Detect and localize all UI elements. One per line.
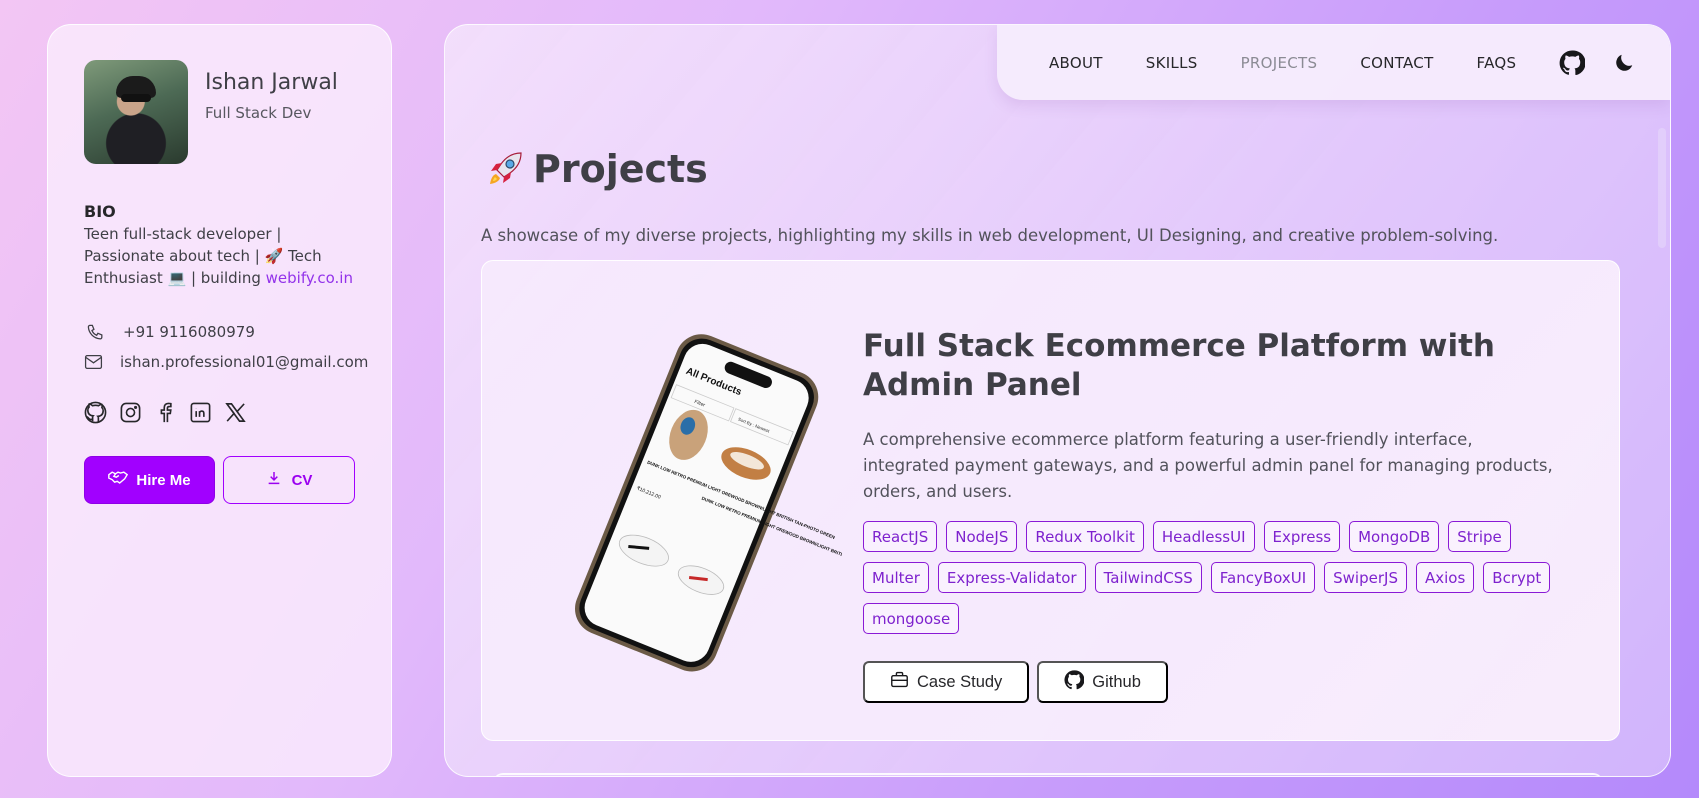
profile-header: Ishan Jarwal Full Stack Dev <box>84 60 355 164</box>
nav-projects[interactable]: PROJECTS <box>1241 54 1318 72</box>
tag-express-validator: Express-Validator <box>937 562 1086 593</box>
mail-icon <box>84 353 103 371</box>
tag-mongodb: MongoDB <box>1349 521 1440 552</box>
github-icon[interactable] <box>84 401 107 424</box>
tag-axios: Axios <box>1415 562 1475 593</box>
tag-swiperjs: SwiperJS <box>1324 562 1407 593</box>
page-subtitle: A showcase of my diverse projects, highl… <box>481 226 1499 245</box>
tag-nodejs: NodeJS <box>946 521 1018 552</box>
project-title: Full Stack Ecommerce Platform with Admin… <box>863 328 1495 403</box>
profile-name: Ishan Jarwal <box>205 70 338 95</box>
bio-line-3: Enthusiast 💻 | building <box>84 269 266 287</box>
download-cv-button[interactable]: CV <box>223 456 355 504</box>
bio-website-link[interactable]: webify.co.in <box>266 269 353 287</box>
facebook-icon[interactable] <box>154 401 177 424</box>
project-actions: Case Study Github <box>863 661 1168 703</box>
tag-tailwindcss: TailwindCSS <box>1094 562 1202 593</box>
tag-express: Express <box>1263 521 1341 552</box>
scrollbar-thumb[interactable] <box>1658 128 1666 248</box>
bio-line-1: Teen full-stack developer | <box>84 225 282 243</box>
hire-me-label: Hire Me <box>136 471 191 489</box>
top-navbar: ABOUT SKILLS PROJECTS CONTACT FAQS <box>997 25 1670 100</box>
bio-text: Teen full-stack developer | Passionate a… <box>84 223 354 289</box>
hire-me-button[interactable]: Hire Me <box>84 456 215 504</box>
nav-about[interactable]: ABOUT <box>1049 54 1103 72</box>
case-study-button[interactable]: Case Study <box>863 661 1030 703</box>
phone-icon <box>84 323 106 341</box>
social-links <box>84 401 355 424</box>
nav-faqs[interactable]: FAQS <box>1477 54 1517 72</box>
tag-stripe: Stripe <box>1448 521 1511 552</box>
page-heading: Projects <box>533 147 708 191</box>
nav-contact[interactable]: CONTACT <box>1360 54 1433 72</box>
email-row[interactable]: ishan.professional01@gmail.com <box>84 353 368 371</box>
profile-role: Full Stack Dev <box>205 104 312 122</box>
contact-list: +91 9116080979 ishan.professional01@gmai… <box>84 323 368 371</box>
project-card: All Products Filter Sort By : Newest DUN… <box>481 260 1620 741</box>
github-button[interactable]: Github <box>1037 661 1168 703</box>
profile-actions: Hire Me CV <box>84 456 355 504</box>
avatar <box>84 60 188 164</box>
instagram-icon[interactable] <box>119 401 142 424</box>
moon-icon[interactable] <box>1611 50 1637 76</box>
tag-multer: Multer <box>863 562 929 593</box>
tag-reactjs: ReactJS <box>863 521 938 552</box>
name-block: Ishan Jarwal Full Stack Dev <box>205 70 338 122</box>
tag-redux-toolkit: Redux Toolkit <box>1026 521 1144 552</box>
phone-number: +91 9116080979 <box>123 323 255 341</box>
profile-card: Ishan Jarwal Full Stack Dev BIO Teen ful… <box>47 24 392 777</box>
rocket-icon <box>485 149 525 189</box>
main-panel: ABOUT SKILLS PROJECTS CONTACT FAQS Proje… <box>444 24 1671 777</box>
page-title: Projects <box>485 147 708 191</box>
bio-title: BIO <box>84 202 116 221</box>
github-label: Github <box>1092 672 1141 691</box>
email-address: ishan.professional01@gmail.com <box>120 353 369 371</box>
x-icon[interactable] <box>224 401 247 424</box>
avatar-glasses <box>121 94 151 102</box>
tag-fancyboxui: FancyBoxUI <box>1210 562 1316 593</box>
next-project-card-edge <box>493 773 1603 776</box>
bio-line-2: Passionate about tech | 🚀 Tech <box>84 247 322 265</box>
tag-bcrypt: Bcrypt <box>1483 562 1551 593</box>
briefcase-icon <box>890 671 909 693</box>
project-phone-mockup: All Products Filter Sort By : Newest DUN… <box>542 321 889 681</box>
tag-mongoose: mongoose <box>863 603 960 634</box>
github-icon[interactable] <box>1559 50 1586 76</box>
project-description: A comprehensive ecommerce platform featu… <box>863 430 1553 501</box>
case-study-label: Case Study <box>917 672 1003 691</box>
tag-headlessui: HeadlessUI <box>1152 521 1255 552</box>
github-icon <box>1064 669 1085 695</box>
nav-skills[interactable]: SKILLS <box>1146 54 1198 72</box>
linkedin-icon[interactable] <box>189 401 212 424</box>
download-icon <box>266 470 282 490</box>
handshake-icon <box>108 470 129 490</box>
project-tags: ReactJS NodeJS Redux Toolkit HeadlessUI … <box>863 521 1583 634</box>
phone-row[interactable]: +91 9116080979 <box>84 323 355 341</box>
cv-label: CV <box>291 471 313 489</box>
